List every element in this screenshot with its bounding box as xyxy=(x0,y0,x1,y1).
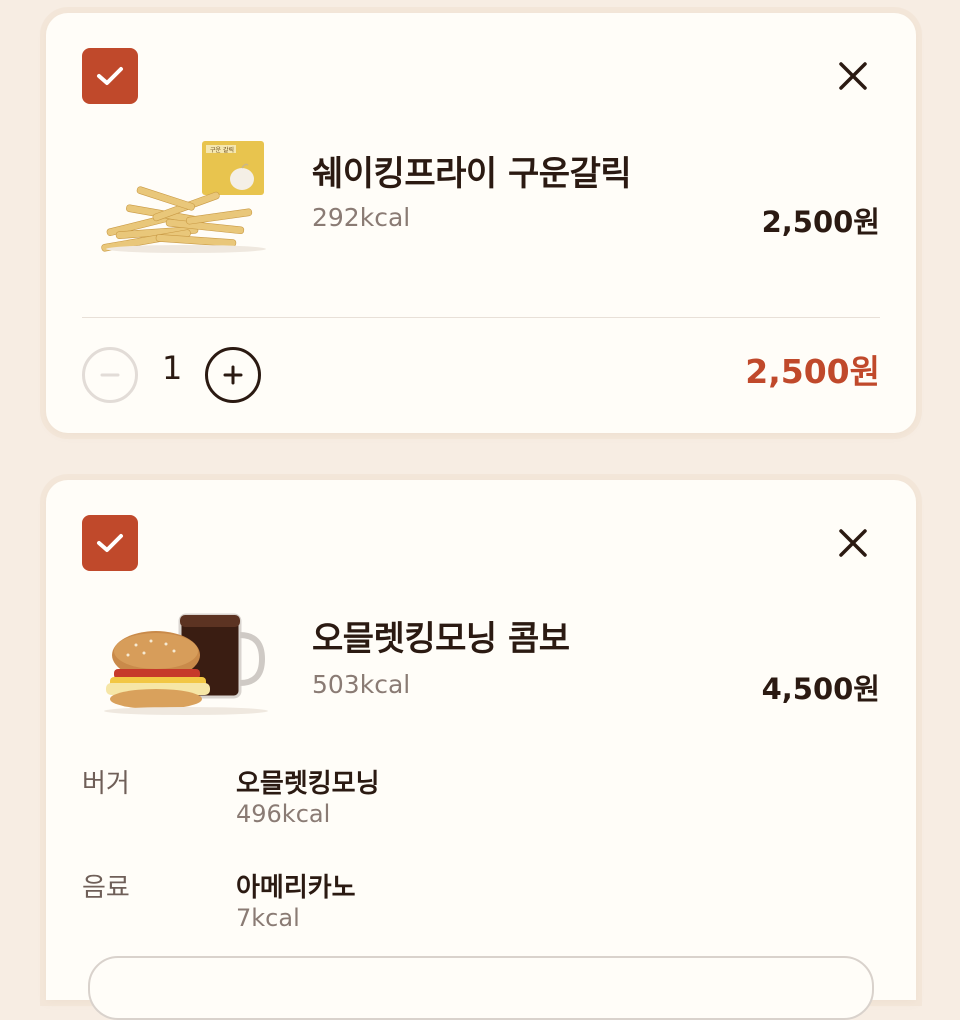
quantity-decrease-button[interactable] xyxy=(82,347,138,403)
option-calories-drink: 7kcal xyxy=(236,904,300,932)
option-calories-burger: 496kcal xyxy=(236,800,331,828)
option-label-drink: 음료 xyxy=(82,873,130,903)
change-option-button[interactable] xyxy=(88,956,874,1020)
close-icon xyxy=(839,62,867,90)
check-icon xyxy=(97,534,123,552)
item-unit-price: 4,500원 xyxy=(761,672,880,706)
quantity-value: 1 xyxy=(162,349,183,387)
product-image-fries: 구운 갈릭 xyxy=(101,141,266,253)
remove-item-button[interactable] xyxy=(834,57,872,95)
item-checkbox[interactable] xyxy=(82,515,138,571)
cart-item-card: 오믈렛킹모닝 콤보 503kcal 4,500원 버거 오믈렛킹모닝 496kc… xyxy=(46,480,916,1020)
cart-item-card: 구운 갈릭 쉐이킹프라이 구운갈릭 292kcal 2,500원 1 2,500… xyxy=(46,13,916,433)
minus-icon xyxy=(100,373,120,377)
item-total-price: 2,500원 xyxy=(745,352,880,391)
item-calories: 503kcal xyxy=(312,670,411,699)
packet-label: 구운 갈릭 xyxy=(210,146,234,154)
option-label-burger: 버거 xyxy=(82,769,130,799)
quantity-increase-button[interactable] xyxy=(205,347,261,403)
item-name: 오믈렛킹모닝 콤보 xyxy=(312,619,570,659)
check-icon xyxy=(97,67,123,85)
plus-icon xyxy=(223,365,243,385)
item-name: 쉐이킹프라이 구운갈릭 xyxy=(312,154,632,194)
remove-item-button[interactable] xyxy=(834,524,872,562)
product-image-combo xyxy=(104,613,268,715)
option-name-drink: 아메리카노 xyxy=(236,873,356,903)
option-name-burger: 오믈렛킹모닝 xyxy=(236,769,380,799)
close-icon xyxy=(839,529,867,557)
item-unit-price: 2,500원 xyxy=(761,205,880,239)
divider xyxy=(82,317,880,318)
item-calories: 292kcal xyxy=(312,203,411,232)
item-checkbox[interactable] xyxy=(82,48,138,104)
